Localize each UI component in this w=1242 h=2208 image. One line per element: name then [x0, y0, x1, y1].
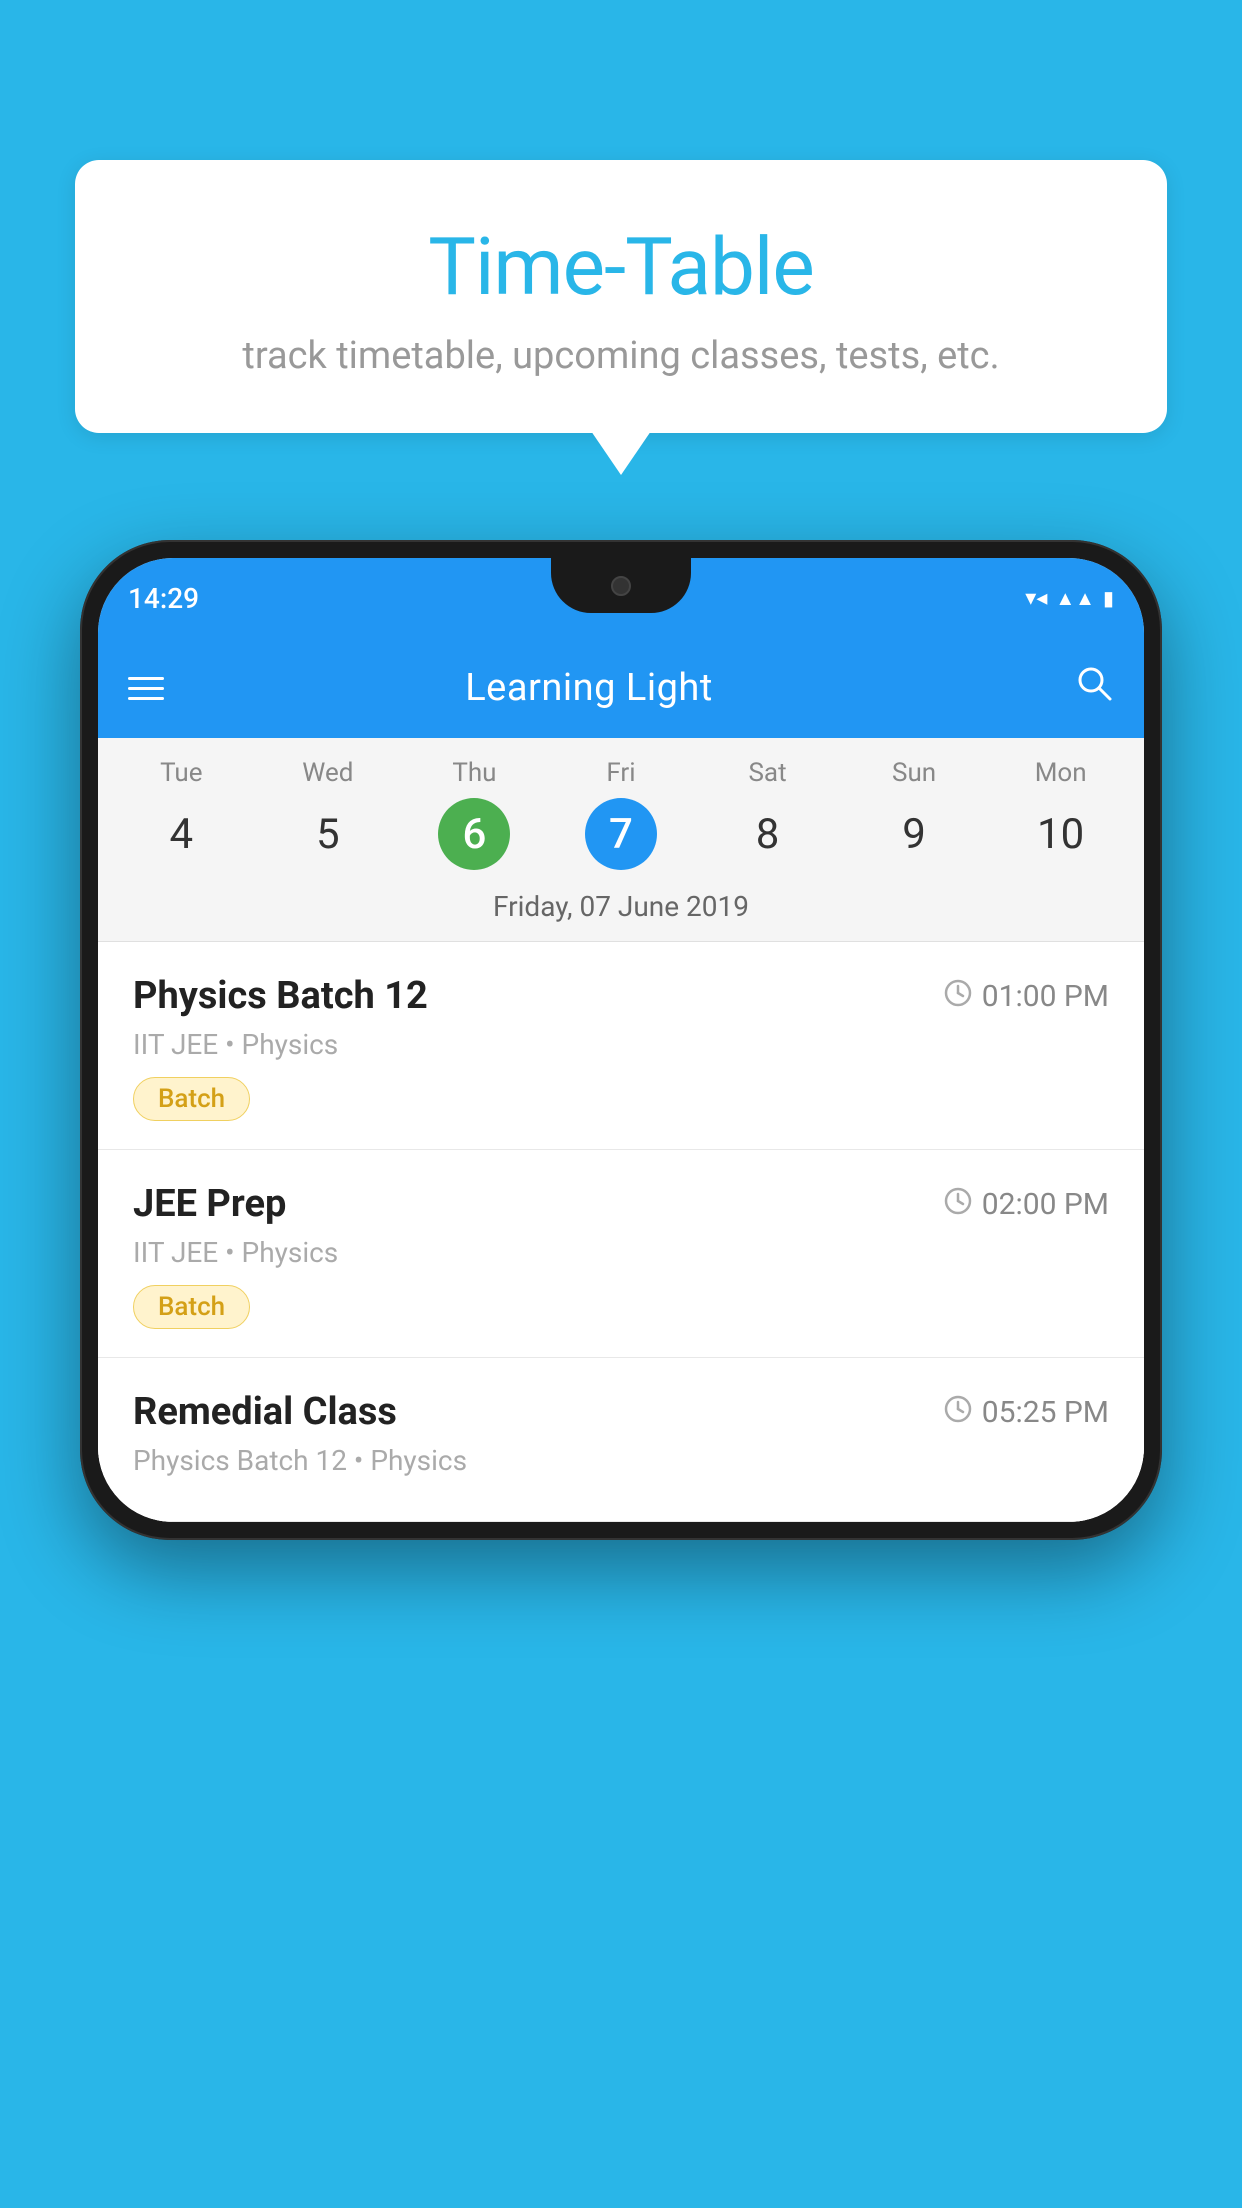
selected-date-label: Friday, 07 June 2019 [98, 878, 1144, 942]
speech-bubble: Time-Table track timetable, upcoming cla… [75, 160, 1167, 433]
bubble-subtitle: track timetable, upcoming classes, tests… [125, 334, 1117, 378]
day-name: Tue [160, 758, 202, 788]
status-time: 14:29 [128, 582, 199, 615]
weekdays-row: Tue 4 Wed 5 Thu 6 Fri 7 Sat 8 Sun 9 Mon 10 [98, 738, 1144, 878]
hamburger-menu-icon[interactable] [128, 677, 164, 700]
weekday-col-sun[interactable]: Sun 9 [849, 758, 979, 870]
weekday-col-sat[interactable]: Sat 8 [703, 758, 833, 870]
app-bar: Learning Light [98, 638, 1144, 738]
weekday-col-mon[interactable]: Mon 10 [996, 758, 1126, 870]
item-subtitle: IIT JEE • Physics [133, 1028, 1109, 1061]
schedule-item[interactable]: JEE Prep 02:00 PM IIT JEE • Physics Batc… [98, 1150, 1144, 1358]
schedule-container: Physics Batch 12 01:00 PM IIT JEE • Phys… [98, 942, 1144, 1522]
clock-icon [944, 1395, 972, 1430]
day-number: 7 [585, 798, 657, 870]
item-title: Physics Batch 12 [133, 974, 428, 1018]
item-subtitle: Physics Batch 12 • Physics [133, 1444, 1109, 1477]
day-number: 4 [145, 798, 217, 870]
batch-badge: Batch [133, 1077, 250, 1121]
clock-icon [944, 1187, 972, 1222]
battery-icon: ▮ [1103, 586, 1114, 610]
phone-mockup: 14:29 ▾◂ ▲▲ ▮ Learning Light [80, 540, 1162, 1540]
day-name: Thu [452, 758, 496, 788]
bubble-title: Time-Table [125, 220, 1117, 314]
signal-icon: ▲▲ [1055, 586, 1095, 611]
app-title: Learning Light [184, 666, 994, 710]
status-bar: 14:29 ▾◂ ▲▲ ▮ [98, 558, 1144, 638]
item-header: Physics Batch 12 01:00 PM [133, 974, 1109, 1018]
day-number: 6 [438, 798, 510, 870]
calendar-section: Tue 4 Wed 5 Thu 6 Fri 7 Sat 8 Sun 9 Mon 10 Friday, 07… [98, 738, 1144, 942]
weekday-col-thu[interactable]: Thu 6 [409, 758, 539, 870]
day-number: 8 [732, 798, 804, 870]
day-number: 5 [292, 798, 364, 870]
item-header: Remedial Class 05:25 PM [133, 1390, 1109, 1434]
notch [551, 558, 691, 613]
item-time: 02:00 PM [944, 1187, 1109, 1222]
wifi-icon: ▾◂ [1025, 586, 1047, 611]
day-name: Wed [302, 758, 353, 788]
item-subtitle: IIT JEE • Physics [133, 1236, 1109, 1269]
speech-bubble-container: Time-Table track timetable, upcoming cla… [75, 160, 1167, 433]
day-number: 9 [878, 798, 950, 870]
day-name: Mon [1035, 758, 1087, 788]
item-title: JEE Prep [133, 1182, 286, 1226]
time-text: 02:00 PM [982, 1187, 1109, 1222]
weekday-col-wed[interactable]: Wed 5 [263, 758, 393, 870]
weekday-col-fri[interactable]: Fri 7 [556, 758, 686, 870]
phone-outer: 14:29 ▾◂ ▲▲ ▮ Learning Light [80, 540, 1162, 1540]
time-text: 01:00 PM [982, 979, 1109, 1014]
weekday-col-tue[interactable]: Tue 4 [116, 758, 246, 870]
item-time: 01:00 PM [944, 979, 1109, 1014]
item-time: 05:25 PM [944, 1395, 1109, 1430]
day-number: 10 [1025, 798, 1097, 870]
time-text: 05:25 PM [982, 1395, 1109, 1430]
day-name: Sun [892, 758, 936, 788]
day-name: Sat [748, 758, 786, 788]
schedule-item[interactable]: Physics Batch 12 01:00 PM IIT JEE • Phys… [98, 942, 1144, 1150]
day-name: Fri [606, 758, 635, 788]
item-header: JEE Prep 02:00 PM [133, 1182, 1109, 1226]
camera [611, 576, 631, 596]
search-icon[interactable] [1074, 663, 1114, 713]
phone-screen: 14:29 ▾◂ ▲▲ ▮ Learning Light [98, 558, 1144, 1522]
batch-badge: Batch [133, 1285, 250, 1329]
item-title: Remedial Class [133, 1390, 397, 1434]
schedule-item[interactable]: Remedial Class 05:25 PM Physics Batch 12… [98, 1358, 1144, 1522]
clock-icon [944, 979, 972, 1014]
status-icons: ▾◂ ▲▲ ▮ [1025, 586, 1114, 611]
